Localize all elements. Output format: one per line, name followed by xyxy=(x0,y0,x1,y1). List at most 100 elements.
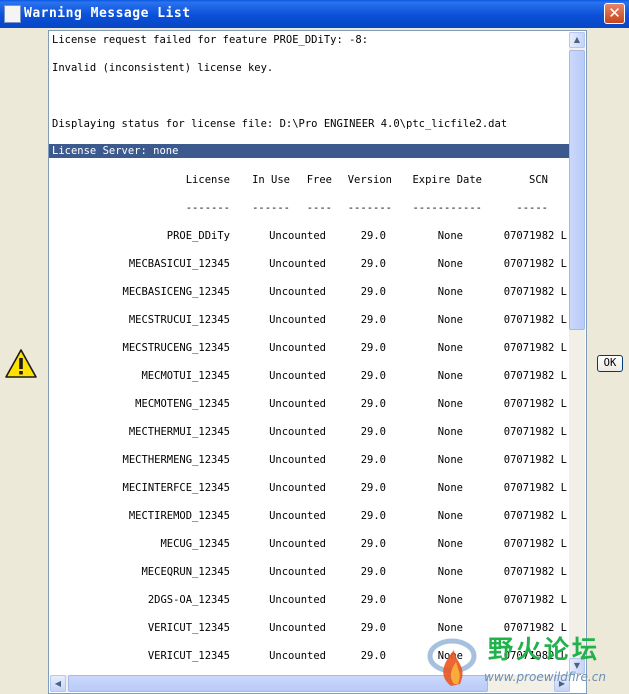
table-cell: 29.0 xyxy=(360,342,386,354)
table-cell: MECTIREMOD_12345 xyxy=(128,510,230,522)
table-cell: None xyxy=(437,398,463,410)
table-cell: Uncounted xyxy=(269,454,326,466)
table-cell: 07071982 L xyxy=(503,286,567,298)
table-cell: 29.0 xyxy=(360,314,386,326)
table-cell: 07071982 L xyxy=(503,426,567,438)
table-cell: None xyxy=(437,286,463,298)
message-text-area[interactable]: License request failed for feature PROE_… xyxy=(48,30,587,694)
table-cell: None xyxy=(437,370,463,382)
table-cell: MECMOTENG_12345 xyxy=(135,398,230,410)
table-cell: Uncounted xyxy=(269,426,326,438)
license-server-line: License Server: none xyxy=(49,144,569,158)
table-cell: 29.0 xyxy=(360,454,386,466)
table-cell: MECUG_12345 xyxy=(160,538,230,550)
table-cell: 29.0 xyxy=(360,566,386,578)
table-cell: 29.0 xyxy=(360,594,386,606)
table-cell: 07071982 L xyxy=(503,398,567,410)
table-cell: MECBASICUI_12345 xyxy=(128,258,230,270)
table-cell: 29.0 xyxy=(360,650,386,662)
table-cell: MECINTERFCE_12345 xyxy=(122,482,230,494)
table-cell: MECSTRUCENG_12345 xyxy=(122,342,230,354)
table-cell: MECEQRUN_12345 xyxy=(141,566,230,578)
table-cell: None xyxy=(437,482,463,494)
table-cell: 29.0 xyxy=(360,482,386,494)
table-cell: 29.0 xyxy=(360,258,386,270)
vertical-scroll-thumb[interactable] xyxy=(569,50,585,330)
table-cell: 07071982 L xyxy=(503,594,567,606)
table-cell: 07071982 L xyxy=(503,370,567,382)
message-line: Invalid (inconsistent) license key. xyxy=(52,62,274,74)
table-cell: Uncounted xyxy=(269,398,326,410)
message-line: Displaying status for license file: D:\P… xyxy=(52,118,508,130)
table-cell: Uncounted xyxy=(269,622,326,634)
table-cell: Uncounted xyxy=(269,538,326,550)
table-cell: 29.0 xyxy=(360,426,386,438)
table-cell: None xyxy=(437,426,463,438)
table-cell: 29.0 xyxy=(360,538,386,550)
flame-logo-icon xyxy=(427,638,477,686)
ok-button[interactable]: OK xyxy=(597,355,623,372)
table-cell: None xyxy=(437,566,463,578)
table-header-cell: In Use xyxy=(252,174,290,186)
table-cell: None xyxy=(437,342,463,354)
table-header-cell: License xyxy=(185,174,230,186)
table-cell: 2DGS-OA_12345 xyxy=(147,594,230,606)
table-header-separator: ----------- xyxy=(412,202,482,214)
table-cell: None xyxy=(437,454,463,466)
table-cell: 29.0 xyxy=(360,286,386,298)
table-cell: 07071982 L xyxy=(503,454,567,466)
table-header-cell: Free xyxy=(306,174,332,186)
table-cell: 29.0 xyxy=(360,370,386,382)
table-header-separator: ---- xyxy=(306,202,332,214)
table-cell: VERICUT_12345 xyxy=(147,650,230,662)
table-cell: 07071982 L xyxy=(503,566,567,578)
close-button[interactable]: ✕ xyxy=(604,3,625,24)
title-bar[interactable]: Warning Message List ✕ xyxy=(0,0,629,28)
warning-icon xyxy=(5,349,37,378)
table-cell: None xyxy=(437,594,463,606)
scroll-left-button[interactable]: ◀ xyxy=(50,675,66,692)
table-cell: Uncounted xyxy=(269,342,326,354)
table-cell: Uncounted xyxy=(269,594,326,606)
table-cell: None xyxy=(437,314,463,326)
table-cell: 07071982 L xyxy=(503,510,567,522)
table-cell: Uncounted xyxy=(269,314,326,326)
table-cell: MECSTRUCUI_12345 xyxy=(128,314,230,326)
watermark-url: www.proewildfire.cn xyxy=(484,670,606,684)
table-cell: Uncounted xyxy=(269,230,326,242)
window-title: Warning Message List xyxy=(24,6,191,21)
table-cell: 07071982 L xyxy=(503,314,567,326)
table-cell: None xyxy=(437,538,463,550)
table-cell: MECMOTUI_12345 xyxy=(141,370,230,382)
table-cell: Uncounted xyxy=(269,258,326,270)
table-cell: MECBASICENG_12345 xyxy=(122,286,230,298)
table-cell: Uncounted xyxy=(269,650,326,662)
table-header-separator: ------- xyxy=(347,202,392,214)
table-cell: 29.0 xyxy=(360,230,386,242)
table-cell: 29.0 xyxy=(360,398,386,410)
table-cell: 07071982 L xyxy=(503,482,567,494)
watermark: 野火论坛 www.proewildfire.cn xyxy=(418,626,626,692)
table-header-separator: ----- xyxy=(516,202,548,214)
table-cell: 07071982 L xyxy=(503,230,567,242)
table-header-cell: Version xyxy=(347,174,392,186)
table-cell: 29.0 xyxy=(360,622,386,634)
watermark-title: 野火论坛 xyxy=(488,635,601,664)
scroll-up-button[interactable]: ▲ xyxy=(569,32,585,48)
table-cell: None xyxy=(437,230,463,242)
table-cell: 29.0 xyxy=(360,510,386,522)
table-header-separator: ------ xyxy=(252,202,290,214)
table-cell: Uncounted xyxy=(269,370,326,382)
table-header-separator: ------- xyxy=(185,202,230,214)
table-cell: None xyxy=(437,510,463,522)
table-cell: Uncounted xyxy=(269,482,326,494)
table-cell: Uncounted xyxy=(269,510,326,522)
table-cell: MECTHERMENG_12345 xyxy=(122,454,230,466)
table-cell: Uncounted xyxy=(269,566,326,578)
vertical-scrollbar[interactable]: ▲ ▼ xyxy=(569,32,585,674)
table-header-cell: Expire Date xyxy=(412,174,482,186)
table-header-cell: SCN xyxy=(529,174,548,186)
table-cell: VERICUT_12345 xyxy=(147,622,230,634)
table-cell: 07071982 L xyxy=(503,258,567,270)
message-line: License request failed for feature PROE_… xyxy=(52,34,369,46)
